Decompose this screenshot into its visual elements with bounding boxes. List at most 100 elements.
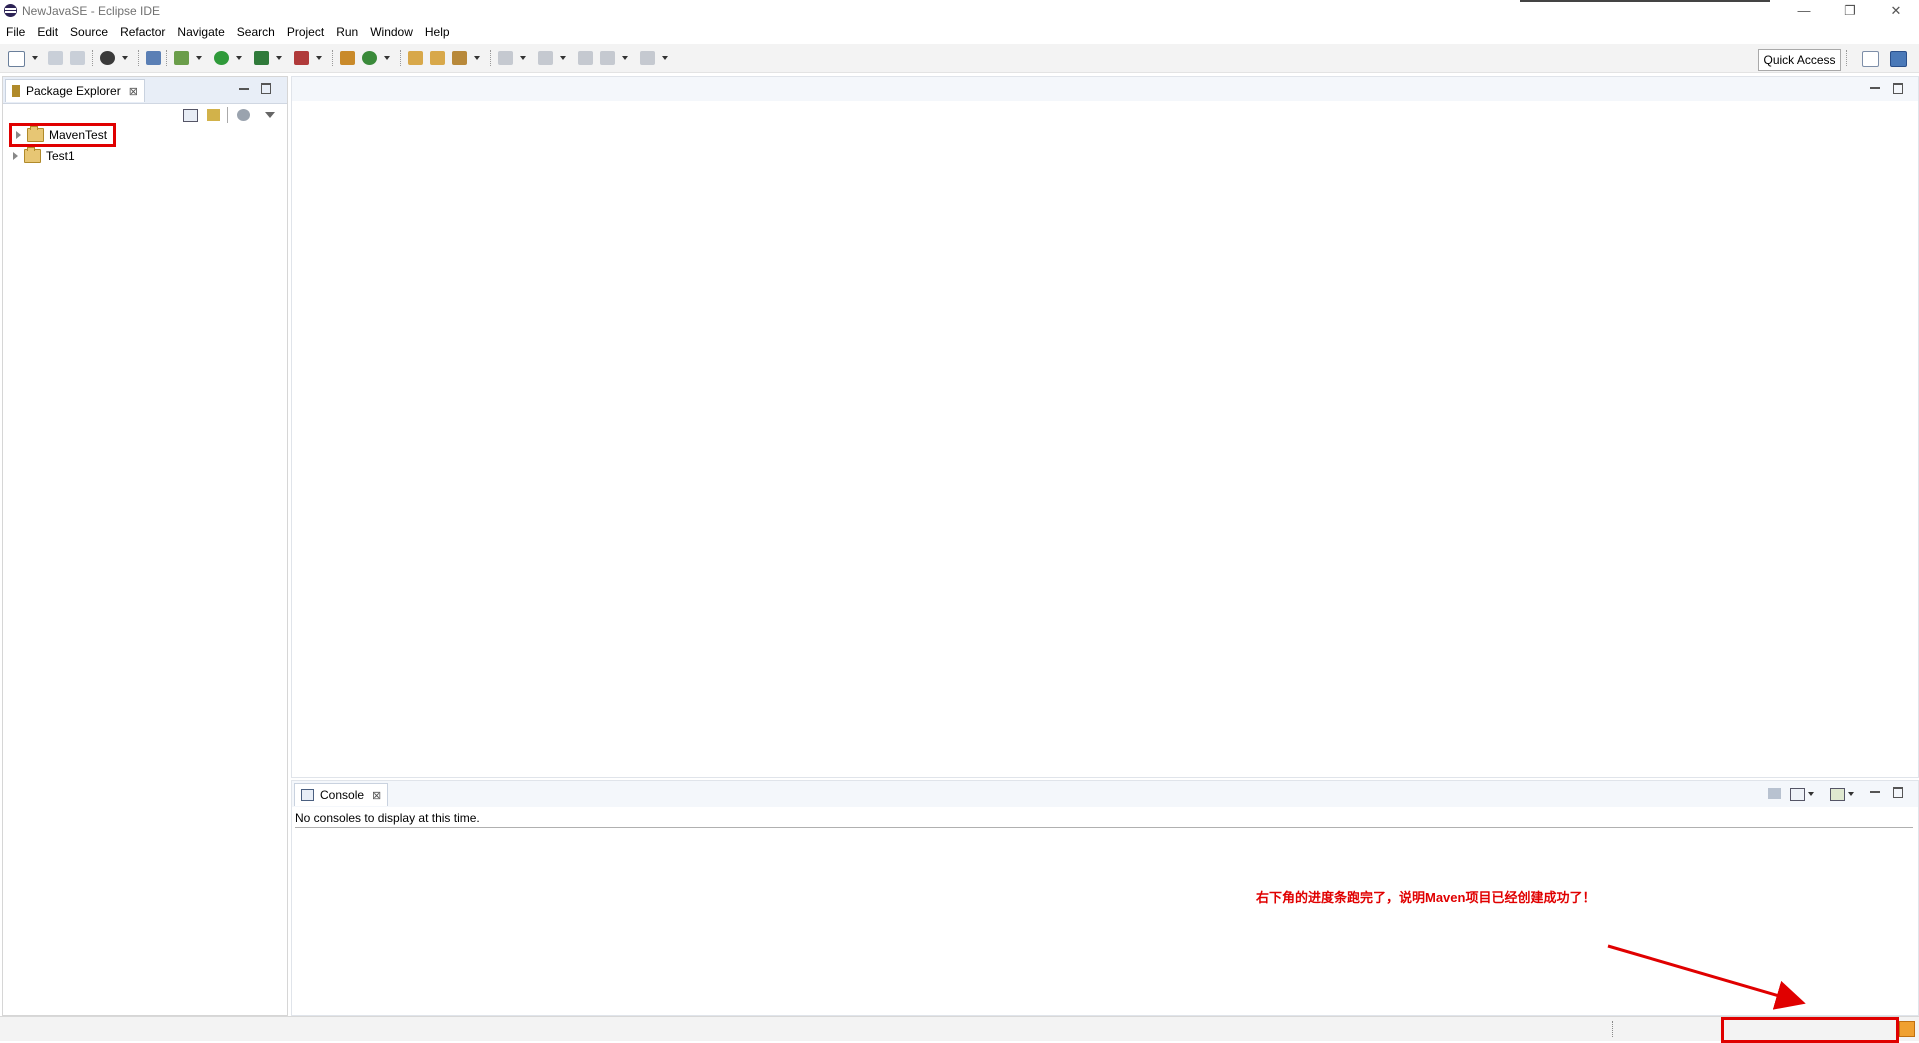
new-class-dropdown-icon[interactable] xyxy=(384,56,390,60)
menu-edit[interactable]: Edit xyxy=(31,22,64,42)
display-console-icon[interactable] xyxy=(1790,788,1805,801)
console-tab-label: Console xyxy=(320,788,365,802)
display-console-dropdown-icon[interactable] xyxy=(1808,792,1814,796)
minimize-window-button[interactable]: — xyxy=(1784,2,1824,20)
minimize-view-icon[interactable] xyxy=(239,83,253,97)
back-dropdown-icon[interactable] xyxy=(622,56,628,60)
status-separator xyxy=(1612,1021,1614,1037)
menu-bar: File Edit Source Refactor Navigate Searc… xyxy=(0,22,1919,42)
project-name: MavenTest xyxy=(49,128,108,142)
tab-package-explorer[interactable]: Package Explorer ⊠ xyxy=(5,79,145,102)
minimize-console-icon[interactable] xyxy=(1870,787,1884,801)
new-class-icon[interactable] xyxy=(362,51,377,65)
package-explorer-tab-label: Package Explorer xyxy=(26,84,121,98)
menu-run[interactable]: Run xyxy=(330,22,364,42)
window-title: NewJavaSE - Eclipse IDE xyxy=(22,4,161,18)
close-tab-icon[interactable]: ⊠ xyxy=(372,789,381,802)
coverage-dropdown-icon[interactable] xyxy=(276,56,282,60)
skip-breakpoints-icon[interactable] xyxy=(146,51,161,65)
open-perspective-icon[interactable] xyxy=(1862,51,1879,67)
debug-dropdown-icon[interactable] xyxy=(196,56,202,60)
package-explorer-tabstrip: Package Explorer ⊠ xyxy=(3,77,287,104)
previous-annotation-dropdown-icon[interactable] xyxy=(560,56,566,60)
back-arrow-icon[interactable] xyxy=(600,51,615,65)
next-annotation-icon[interactable] xyxy=(498,51,513,65)
menu-source[interactable]: Source xyxy=(64,22,114,42)
java-perspective-icon[interactable] xyxy=(1890,51,1907,67)
status-bar xyxy=(0,1016,1919,1043)
new-dropdown-icon[interactable] xyxy=(32,56,38,60)
menu-project[interactable]: Project xyxy=(281,22,330,42)
console-tabstrip: Console ⊠ xyxy=(292,781,1918,807)
open-type-icon[interactable] xyxy=(408,51,423,65)
run-icon[interactable] xyxy=(214,51,229,65)
list-item[interactable]: Test1 xyxy=(13,147,75,165)
toolbar-separator xyxy=(166,50,168,66)
open-console-dropdown-icon[interactable] xyxy=(1848,792,1854,796)
previous-annotation-icon[interactable] xyxy=(538,51,553,65)
package-explorer-icon xyxy=(12,85,20,97)
external-tools-icon[interactable] xyxy=(294,51,309,65)
tab-console[interactable]: Console ⊠ xyxy=(294,783,389,806)
maximize-console-icon[interactable] xyxy=(1893,787,1907,801)
main-toolbar xyxy=(0,44,1919,73)
collapse-all-icon[interactable] xyxy=(183,109,198,122)
close-tab-icon[interactable]: ⊠ xyxy=(129,85,138,98)
menu-help[interactable]: Help xyxy=(419,22,456,42)
new-file-icon[interactable] xyxy=(8,51,25,67)
menu-refactor[interactable]: Refactor xyxy=(114,22,171,42)
link-with-editor-icon[interactable] xyxy=(207,109,220,121)
focus-task-icon[interactable] xyxy=(237,109,250,121)
run-dropdown-icon[interactable] xyxy=(236,56,242,60)
maximize-view-icon[interactable] xyxy=(261,83,275,97)
profile-icon[interactable] xyxy=(100,51,115,65)
pin-console-icon[interactable] xyxy=(1768,788,1781,799)
toolbar-separator xyxy=(400,50,402,66)
minimize-editor-icon[interactable] xyxy=(1870,83,1884,97)
search-icon[interactable] xyxy=(452,51,467,65)
toolbar-divider xyxy=(227,107,228,123)
profile-dropdown-icon[interactable] xyxy=(122,56,128,60)
external-tools-dropdown-icon[interactable] xyxy=(316,56,322,60)
progress-indicator[interactable] xyxy=(1721,1017,1899,1043)
editor-tabstrip xyxy=(292,77,1918,101)
view-menu-icon[interactable] xyxy=(265,112,275,118)
package-explorer-panel: Package Explorer ⊠ MavenTest Test1 xyxy=(2,76,288,1016)
last-edit-location-icon[interactable] xyxy=(578,51,593,65)
forward-arrow-icon[interactable] xyxy=(640,51,655,65)
quick-access-field[interactable]: Quick Access xyxy=(1758,49,1841,71)
close-window-button[interactable]: ✕ xyxy=(1876,2,1916,20)
save-icon[interactable] xyxy=(48,51,63,65)
maven-project-icon xyxy=(27,126,44,142)
menu-file[interactable]: File xyxy=(0,22,31,42)
search-dropdown-icon[interactable] xyxy=(474,56,480,60)
title-progress-line xyxy=(1520,0,1770,2)
forward-dropdown-icon[interactable] xyxy=(662,56,668,60)
list-item[interactable]: MavenTest xyxy=(9,123,117,147)
background-tasks-icon[interactable] xyxy=(1899,1021,1915,1037)
debug-icon[interactable] xyxy=(174,51,189,65)
expand-twisty-icon[interactable] xyxy=(13,152,18,160)
eclipse-logo-icon xyxy=(4,4,17,17)
toolbar-separator xyxy=(138,50,140,66)
menu-search[interactable]: Search xyxy=(231,22,281,42)
annotation-text: 右下角的进度条跑完了，说明Maven项目已经创建成功了！ xyxy=(1256,890,1596,905)
toolbar-separator xyxy=(1846,50,1848,66)
java-project-icon xyxy=(24,147,41,163)
toolbar-separator xyxy=(490,50,492,66)
save-all-icon[interactable] xyxy=(70,51,85,65)
new-package-icon[interactable] xyxy=(340,51,355,65)
next-annotation-dropdown-icon[interactable] xyxy=(520,56,526,60)
maximize-editor-icon[interactable] xyxy=(1893,83,1907,97)
editor-area xyxy=(291,76,1919,778)
restore-window-button[interactable]: ❐ xyxy=(1830,2,1870,20)
expand-twisty-icon[interactable] xyxy=(16,131,21,139)
title-bar: NewJavaSE - Eclipse IDE — ❐ ✕ xyxy=(0,0,1919,22)
annotation-arrow xyxy=(1607,944,1806,1010)
coverage-icon[interactable] xyxy=(254,51,269,65)
toolbar-separator xyxy=(332,50,334,66)
open-console-icon[interactable] xyxy=(1830,788,1845,801)
menu-navigate[interactable]: Navigate xyxy=(171,22,230,42)
menu-window[interactable]: Window xyxy=(364,22,419,42)
open-task-icon[interactable] xyxy=(430,51,445,65)
